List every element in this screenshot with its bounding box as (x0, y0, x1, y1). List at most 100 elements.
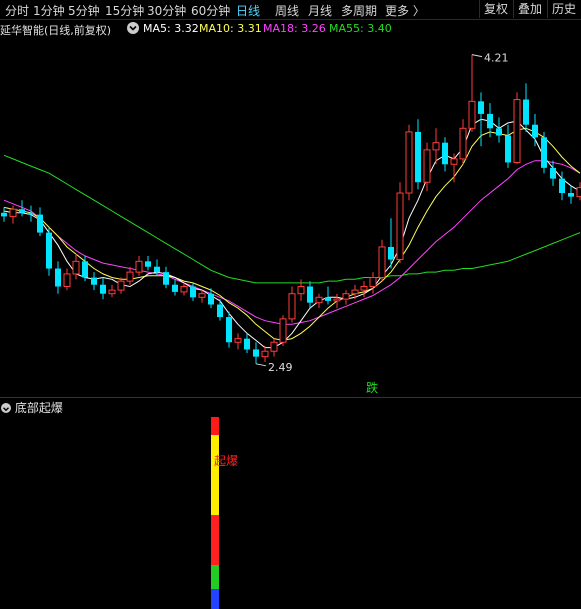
candle-body (532, 124, 538, 138)
candle-body (288, 293, 296, 320)
candle-body (442, 142, 448, 165)
candle-body (100, 284, 106, 294)
candle-body (135, 260, 143, 273)
candle-body (487, 113, 493, 129)
indicator-legend: 延华智能(日线,前复权) MA5: 3.32 MA10: 3.31 MA18: … (0, 20, 581, 37)
ma-line-ma55 (3, 154, 581, 284)
sub-indicator-title: 底部起爆 (0, 399, 63, 415)
candle-body (19, 209, 25, 213)
candle-body (108, 289, 116, 295)
candle-body (226, 317, 232, 343)
candle-body (208, 293, 214, 305)
ma55-value: MA55: 3.40 (329, 22, 392, 35)
candle-body (279, 318, 287, 343)
timeframe-tab-0[interactable]: 分时 (5, 2, 29, 19)
timeframe-tab-10[interactable]: 更多 〉 (385, 2, 425, 19)
candle-body (91, 277, 97, 285)
timeframe-tab-4[interactable]: 30分钟 (147, 2, 186, 19)
history-button[interactable]: 历史 (547, 0, 580, 18)
timeframe-tab-7[interactable]: 周线 (275, 2, 299, 19)
signal-bar-red (211, 515, 219, 565)
candle-body (415, 131, 421, 183)
candle-body (9, 208, 17, 217)
timeframe-tab-3[interactable]: 15分钟 (105, 2, 144, 19)
candle-body (459, 127, 467, 160)
ma10-value: MA10: 3.31 (199, 22, 262, 35)
kline-chart[interactable]: 4.21 2.49 跌 (0, 36, 581, 396)
sub-indicator-name: 底部起爆 (14, 401, 63, 415)
signal-bar-yellow (211, 435, 219, 515)
candle-body (423, 149, 431, 183)
timeframe-tab-8[interactable]: 月线 (308, 2, 332, 19)
timeframe-tab-1[interactable]: 1分钟 (33, 2, 65, 19)
candle-body (307, 286, 313, 303)
timeframe-tab-6[interactable]: 日线 (236, 2, 260, 19)
candle-body (55, 268, 61, 287)
candle-body (369, 277, 377, 288)
signal-chart: 起爆 (211, 417, 238, 609)
candle-body (559, 178, 565, 194)
candle-body (496, 128, 502, 136)
candle-body (450, 158, 458, 165)
signal-bar-blue (211, 589, 219, 609)
chevron-down-icon[interactable] (1, 402, 11, 413)
candle-body (342, 293, 350, 300)
candle-body (72, 260, 80, 275)
candle-body (172, 284, 178, 292)
candle-body (126, 271, 134, 282)
candle-body (1, 212, 7, 217)
candle-body (405, 131, 413, 194)
candle-body (244, 338, 250, 350)
candle-body (315, 296, 323, 304)
chevron-down-icon[interactable] (127, 22, 139, 34)
candle-body (82, 261, 88, 278)
candle-body (325, 297, 331, 301)
candle-body (261, 350, 269, 358)
panel-divider (0, 397, 581, 398)
candle-body (190, 286, 196, 298)
candle-body (576, 187, 581, 198)
period-toolbar: 分时 1分钟 5分钟 15分钟 30分钟 60分钟 日线 周线 月线 多周期 更多 〉 复权 叠加 历史 (0, 0, 581, 20)
candle-body (432, 142, 440, 151)
candle-body (523, 99, 529, 125)
timeframe-tab-9[interactable]: 多周期 (341, 2, 377, 19)
candle-body (297, 286, 305, 295)
candle-body (378, 246, 386, 279)
overlay-button[interactable]: 叠加 (513, 0, 546, 18)
candle-body (217, 304, 223, 318)
candle-body (550, 167, 556, 179)
low-price-label: 2.49 (268, 361, 293, 374)
event-label: 跌 (366, 380, 378, 395)
low-marker-line (255, 363, 267, 367)
candle-body (253, 349, 259, 357)
candle-body (145, 261, 151, 267)
ma5-value: MA5: 3.32 (143, 22, 199, 35)
candle-body (396, 192, 404, 261)
candle-body (388, 246, 394, 260)
candle-body (568, 193, 574, 197)
signal-bar-green (211, 565, 219, 589)
signal-bar-top (211, 417, 219, 435)
candle-body (541, 137, 547, 168)
signal-label: 起爆 (214, 454, 238, 468)
timeframe-tab-2[interactable]: 5分钟 (68, 2, 100, 19)
adjust-button[interactable]: 复权 (479, 0, 512, 18)
candle-body (360, 286, 368, 291)
high-marker-line (471, 54, 483, 58)
ma18-value: MA18: 3.26 (263, 22, 326, 35)
candle-body (63, 273, 71, 288)
candle-body (333, 298, 341, 302)
candle-body (163, 272, 169, 285)
high-price-label: 4.21 (484, 52, 509, 65)
candle-body (117, 280, 125, 291)
candle-body (28, 212, 34, 215)
candle-body (505, 135, 511, 163)
candle-body (513, 99, 521, 163)
timeframe-tab-5[interactable]: 60分钟 (191, 2, 230, 19)
candle-body (270, 341, 278, 352)
candle-body (478, 101, 484, 114)
candle-body (198, 293, 206, 298)
candle-body (351, 289, 359, 295)
candle-body (180, 286, 188, 293)
candle-body (37, 214, 43, 233)
